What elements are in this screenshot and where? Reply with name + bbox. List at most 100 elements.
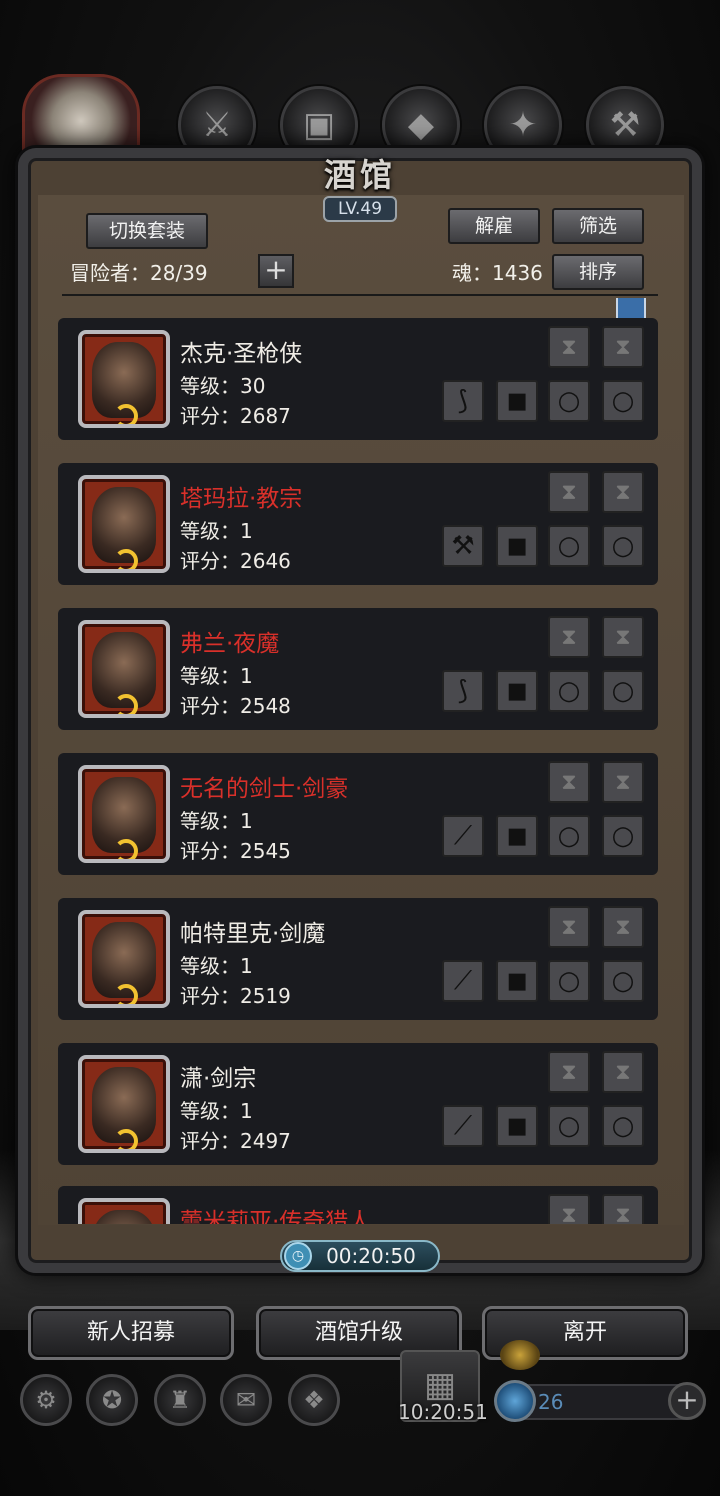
- armor-slot-icon[interactable]: ◼: [496, 380, 538, 422]
- hourglass-icon[interactable]: ⧗: [602, 471, 644, 513]
- hero-name: 帕特里克·剑魔: [180, 921, 326, 947]
- hero-card[interactable]: 蕾米莉亚·传奇猎人 ⧗ ⧗: [58, 1186, 658, 1224]
- mail-icon[interactable]: ✉: [220, 1374, 272, 1426]
- hourglass-icon[interactable]: ⧗: [548, 1194, 590, 1224]
- hero-level: 等级：1: [180, 809, 253, 833]
- ring-slot-icon[interactable]: ○: [548, 960, 590, 1002]
- weapon-slot-icon[interactable]: ⟋: [442, 815, 484, 857]
- hero-score: 评分：2497: [180, 1129, 291, 1153]
- divider: [62, 294, 658, 296]
- hero-card[interactable]: 帕特里克·剑魔 等级：1 评分：2519 ⧗ ⧗ ⟋ ◼ ○ ○: [58, 898, 658, 1020]
- hero-portrait: [78, 1055, 170, 1153]
- hourglass-icon[interactable]: ⧗: [548, 1051, 590, 1093]
- castle-icon[interactable]: ♜: [154, 1374, 206, 1426]
- hero-card[interactable]: 弗兰·夜魔 等级：1 评分：2548 ⧗ ⧗ ⟆ ◼ ○ ○: [58, 608, 658, 730]
- ring-slot-icon[interactable]: ○: [602, 960, 644, 1002]
- hero-card[interactable]: 塔玛拉·教宗 等级：1 评分：2646 ⧗ ⧗ ⚒ ◼ ○ ○: [58, 463, 658, 585]
- hero-level: 等级：1: [180, 954, 253, 978]
- ring-slot-icon[interactable]: ○: [602, 1105, 644, 1147]
- weapon-slot-icon[interactable]: ⟋: [442, 1105, 484, 1147]
- hero-level: 等级：1: [180, 519, 253, 543]
- hero-score: 评分：2687: [180, 404, 291, 428]
- moon-icon: [114, 839, 138, 859]
- hero-score: 评分：2548: [180, 694, 291, 718]
- hero-portrait: [78, 330, 170, 428]
- hero-name: 潇·剑宗: [180, 1066, 257, 1092]
- hero-name: 塔玛拉·教宗: [180, 486, 303, 512]
- hero-portrait: [78, 765, 170, 863]
- ring-slot-icon[interactable]: ○: [602, 380, 644, 422]
- hourglass-icon[interactable]: ⧗: [548, 906, 590, 948]
- moon-icon: [114, 549, 138, 569]
- hero-card[interactable]: 杰克·圣枪侠 等级：30 评分：2687 ⧗ ⧗ ⟆ ◼ ○ ○: [58, 318, 658, 440]
- ring-slot-icon[interactable]: ○: [548, 815, 590, 857]
- armor-slot-icon[interactable]: ◼: [496, 525, 538, 567]
- hourglass-icon[interactable]: ⧗: [602, 616, 644, 658]
- hero-score: 评分：2646: [180, 549, 291, 573]
- gem-icon: [494, 1380, 536, 1422]
- hero-name: 无名的剑士·剑豪: [180, 776, 349, 802]
- ring-slot-icon[interactable]: ○: [602, 525, 644, 567]
- add-slot-button[interactable]: +: [258, 254, 294, 288]
- ring-slot-icon[interactable]: ○: [548, 380, 590, 422]
- dismiss-button[interactable]: 解雇: [448, 208, 540, 244]
- add-gems-button[interactable]: +: [668, 1382, 706, 1420]
- moon-icon: [114, 1129, 138, 1149]
- sort-button[interactable]: 排序: [552, 254, 644, 290]
- hero-list[interactable]: 杰克·圣枪侠 等级：30 评分：2687 ⧗ ⧗ ⟆ ◼ ○ ○ 塔玛拉·教宗 …: [58, 318, 658, 1224]
- ring-slot-icon[interactable]: ○: [602, 815, 644, 857]
- weapon-slot-icon[interactable]: ⟆: [442, 380, 484, 422]
- gem-count: 26: [538, 1390, 564, 1414]
- hourglass-icon[interactable]: ⧗: [602, 906, 644, 948]
- hero-name: 杰克·圣枪侠: [180, 341, 303, 367]
- armor-slot-icon[interactable]: ◼: [496, 670, 538, 712]
- weapon-slot-icon[interactable]: ⟋: [442, 960, 484, 1002]
- hero-card[interactable]: 无名的剑士·剑豪 等级：1 评分：2545 ⧗ ⧗ ⟋ ◼ ○ ○: [58, 753, 658, 875]
- hero-portrait: [78, 1198, 170, 1224]
- ring-slot-icon[interactable]: ○: [548, 1105, 590, 1147]
- ring-slot-icon[interactable]: ○: [548, 670, 590, 712]
- recruit-button[interactable]: 新人招募: [28, 1306, 234, 1360]
- hero-score: 评分：2545: [180, 839, 291, 863]
- moon-icon: [114, 404, 138, 424]
- armor-slot-icon[interactable]: ◼: [496, 815, 538, 857]
- star-icon[interactable]: ✪: [86, 1374, 138, 1426]
- hourglass-icon[interactable]: ⧗: [602, 1194, 644, 1224]
- hourglass-icon[interactable]: ⧗: [548, 326, 590, 368]
- hourglass-icon[interactable]: ⧗: [548, 761, 590, 803]
- filter-button[interactable]: 筛选: [552, 208, 644, 244]
- ring-slot-icon[interactable]: ○: [602, 670, 644, 712]
- hero-name: 蕾米莉亚·传奇猎人: [180, 1209, 372, 1224]
- armor-slot-icon[interactable]: ◼: [496, 1105, 538, 1147]
- armor-slot-icon[interactable]: ◼: [496, 960, 538, 1002]
- gift-icon[interactable]: ❖: [288, 1374, 340, 1426]
- tavern-level-badge: LV.49: [323, 196, 397, 222]
- hourglass-icon[interactable]: ⧗: [548, 471, 590, 513]
- hero-portrait: [78, 620, 170, 718]
- moon-icon: [114, 694, 138, 714]
- hero-portrait: [78, 910, 170, 1008]
- weapon-slot-icon[interactable]: ⟆: [442, 670, 484, 712]
- hero-score: 评分：2519: [180, 984, 291, 1008]
- hourglass-icon[interactable]: ⧗: [602, 761, 644, 803]
- ring-slot-icon[interactable]: ○: [548, 525, 590, 567]
- settings-icon[interactable]: ⚙: [20, 1374, 72, 1426]
- hero-portrait: [78, 475, 170, 573]
- clock-icon: ◷: [284, 1242, 312, 1270]
- timer-text: 00:20:50: [326, 1244, 416, 1268]
- coin-icon: [500, 1340, 540, 1370]
- moon-icon: [114, 984, 138, 1004]
- hourglass-icon[interactable]: ⧗: [602, 1051, 644, 1093]
- soul-count: 魂：1436: [452, 261, 543, 285]
- hero-name: 弗兰·夜魔: [180, 631, 280, 657]
- hero-level: 等级：1: [180, 664, 253, 688]
- weapon-slot-icon[interactable]: ⚒: [442, 525, 484, 567]
- hero-level: 等级：1: [180, 1099, 253, 1123]
- hourglass-icon[interactable]: ⧗: [602, 326, 644, 368]
- hourglass-icon[interactable]: ⧗: [548, 616, 590, 658]
- hero-card[interactable]: 潇·剑宗 等级：1 评分：2497 ⧗ ⧗ ⟋ ◼ ○ ○: [58, 1043, 658, 1165]
- page-title: 酒馆: [323, 156, 396, 194]
- adventurer-count: 冒险者：28/39: [70, 261, 208, 285]
- hero-level: 等级：30: [180, 374, 266, 398]
- switch-outfit-button[interactable]: 切换套装: [86, 213, 208, 249]
